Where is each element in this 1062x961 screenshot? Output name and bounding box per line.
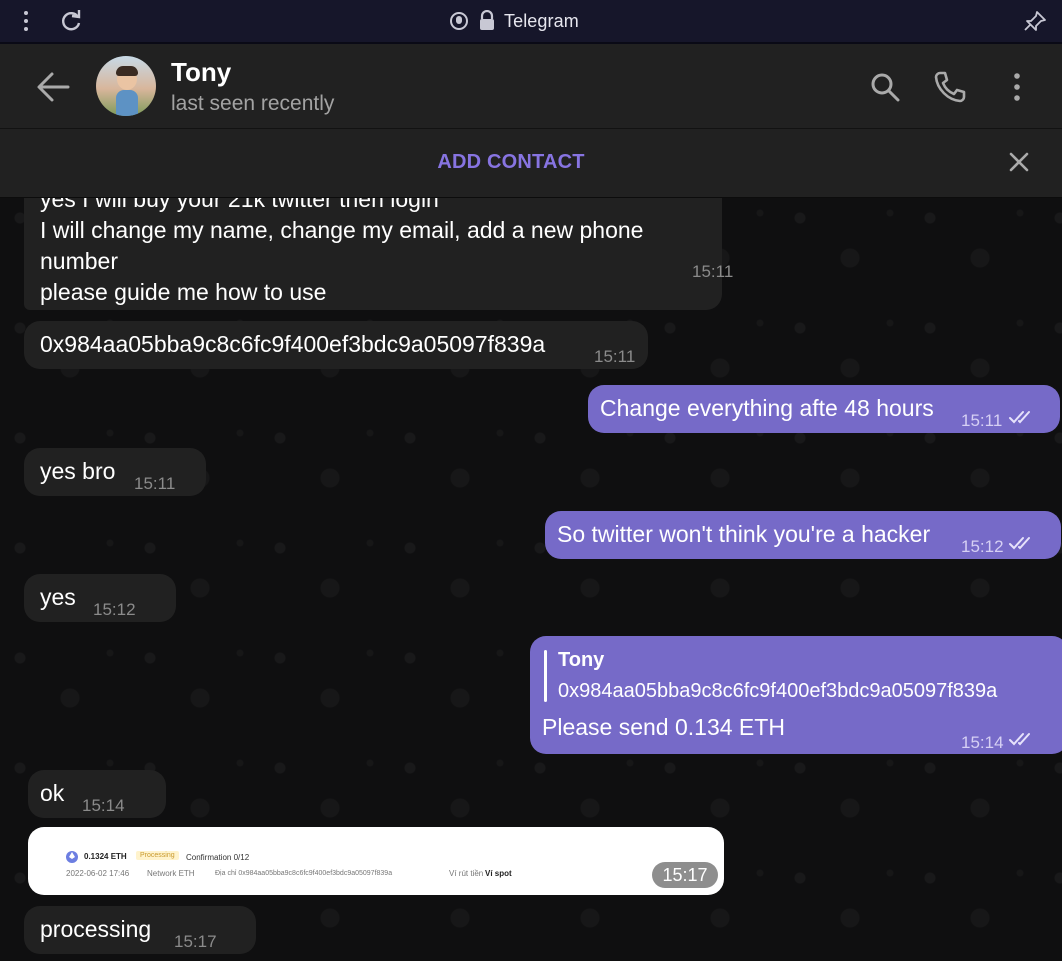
screenshot-address: Địa chỉ 0x984aa05bba9c8c6fc9f400ef3bdc9a…: [215, 870, 393, 877]
add-contact-button[interactable]: ADD CONTACT: [0, 151, 1022, 174]
chat-header: Tony last seen recently: [0, 44, 1062, 129]
double-check-icon: [1009, 733, 1030, 746]
message-incoming[interactable]: ok 15:14: [28, 770, 166, 818]
reload-icon[interactable]: [58, 8, 84, 34]
image-message[interactable]: 0.1324 ETH Processing Confirmation 0/12 …: [28, 827, 724, 895]
message-outgoing[interactable]: So twitter won't think you're a hacker 1…: [545, 511, 1061, 559]
message-text: yes: [40, 584, 76, 610]
message-incoming[interactable]: yes 15:12: [24, 574, 176, 622]
site-title: Telegram: [504, 10, 579, 31]
message-incoming[interactable]: 0x984aa05bba9c8c6fc9f400ef3bdc9a05097f83…: [24, 321, 648, 369]
reply-author[interactable]: Tony: [558, 647, 604, 673]
message-incoming[interactable]: yes I will buy your 21k twitter then log…: [24, 198, 733, 310]
message-text: So twitter won't think you're a hacker: [557, 521, 931, 547]
back-arrow-icon[interactable]: [34, 70, 72, 104]
screenshot-wallet-value: Ví spot: [485, 869, 512, 878]
add-contact-bar: ADD CONTACT: [0, 129, 1062, 198]
message-time: 15:14: [961, 733, 1004, 752]
message-incoming[interactable]: processing 15:17: [24, 906, 256, 954]
double-check-icon: [1009, 411, 1030, 424]
screenshot-status-badge: Processing: [136, 851, 179, 860]
message-time: 15:11: [594, 347, 636, 366]
message-text: 0x984aa05bba9c8c6fc9f400ef3bdc9a05097f83…: [40, 331, 546, 357]
message-incoming[interactable]: yes bro 15:11: [24, 448, 206, 496]
reply-preview[interactable]: 0x984aa05bba9c8c6fc9f400ef3bdc9a05097f83…: [558, 678, 997, 704]
message-text: Please send 0.134 ETH: [542, 714, 785, 740]
address-bar[interactable]: Telegram: [448, 9, 579, 33]
more-vertical-icon[interactable]: [1000, 70, 1034, 104]
message-list[interactable]: yes I will buy your 21k twitter then log…: [0, 198, 1062, 961]
screenshot-confirmation: Confirmation 0/12: [186, 853, 250, 862]
message-text: ok: [40, 780, 65, 806]
screenshot-date: 2022-06-02 17:46: [66, 869, 130, 878]
close-icon[interactable]: [1004, 147, 1034, 177]
message-text: processing: [40, 916, 152, 942]
screenshot-amount: 0.1324 ETH: [84, 852, 127, 861]
screenshot-wallet-label: Ví rút tiền: [449, 869, 484, 878]
message-time: 15:11: [961, 411, 1003, 430]
avatar[interactable]: [96, 56, 156, 116]
message-time: 15:11: [134, 474, 176, 493]
message-time: 15:17: [652, 862, 718, 888]
menu-dots-icon[interactable]: [14, 10, 38, 32]
message-text: Change everything afte 48 hours: [600, 395, 934, 421]
message-outgoing[interactable]: Change everything afte 48 hours 15:11: [588, 385, 1060, 433]
lock-icon: [480, 10, 494, 30]
screenshot-network: Network ETH: [147, 869, 195, 878]
message-time: 15:12: [93, 600, 136, 619]
message-time: 15:17: [174, 932, 217, 951]
pin-icon[interactable]: [1022, 9, 1048, 33]
browser-toolbar: Telegram: [0, 0, 1062, 44]
message-outgoing-reply[interactable]: Tony 0x984aa05bba9c8c6fc9f400ef3bdc9a050…: [530, 636, 1062, 754]
search-icon[interactable]: [868, 70, 902, 104]
camera-indicator-icon: [450, 12, 468, 30]
phone-icon[interactable]: [933, 70, 967, 104]
message-time: 15:12: [961, 537, 1004, 556]
double-check-icon: [1009, 537, 1030, 550]
reply-indicator: [544, 650, 547, 702]
contact-name[interactable]: Tony: [171, 57, 231, 88]
message-time: 15:11: [692, 262, 734, 281]
message-time: 15:14: [82, 796, 125, 815]
ethereum-icon: [66, 851, 78, 863]
message-text: yes I will buy your 21k twitter then log…: [40, 198, 644, 305]
message-text: yes bro: [40, 458, 116, 484]
contact-status: last seen recently: [171, 92, 335, 115]
